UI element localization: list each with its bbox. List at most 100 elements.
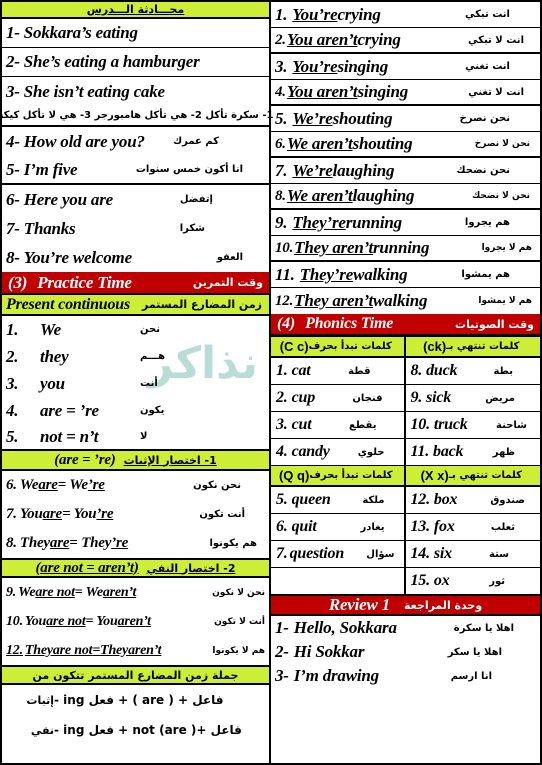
sentence-row: 12. They aren’t walking هم لا يمشوا <box>271 288 540 314</box>
affirmative-number: 8. <box>6 535 17 551</box>
sentence-row: 3. You’re singing انت تغني <box>271 54 540 80</box>
phonics-cell: 5. queen ملكة <box>271 487 406 513</box>
dialog-b-translation: انا أكون خمس سنوات <box>135 164 243 175</box>
negative-verb: are not <box>35 584 75 600</box>
sentence-ar: انت لا تبكي <box>468 34 524 46</box>
dialog-a-text: Sokkara’s eating <box>23 23 138 42</box>
dialog-a-number: 1- <box>6 23 20 42</box>
pronoun-row: 2. they هـــم <box>2 343 269 370</box>
phonics-cell: 2. cup فنجان <box>271 385 406 411</box>
dialog-b-row: 4- How old are you? كم عمرك <box>2 127 269 156</box>
sentence-subject: They aren’t <box>294 238 374 257</box>
affirmative-row: 8. They are = They ’re هم يكونوا <box>2 529 269 558</box>
negative-contraction: aren’t <box>128 642 162 658</box>
phonics-word: cut <box>291 416 312 433</box>
sentence-verb: laughing <box>332 160 395 180</box>
rule-affirmative-formula: (are = ’re) <box>54 451 116 468</box>
sentence-subject: They’re <box>292 212 346 232</box>
review-text: I’m drawing <box>293 666 379 685</box>
sentence-number: 1. <box>275 4 288 24</box>
affirmative-pre: We <box>19 477 39 493</box>
pronoun-number: 4. <box>6 400 19 420</box>
affirmative-ar: هم يكونوا <box>209 538 257 549</box>
phonics-row: 3. cut يقطع 10. truck شاحنة <box>271 412 540 439</box>
dialog-b-translation: كم عمرك <box>172 136 219 147</box>
affirmative-contraction: ’re <box>111 535 129 551</box>
sentence-ar: انت لا تغني <box>468 86 524 98</box>
review-title-ar: وحدة المراجعة <box>404 598 483 612</box>
sentence-subject: We’re <box>292 108 333 128</box>
pronoun-ar: أنت <box>140 378 158 389</box>
phonics-number: 7. <box>276 545 288 562</box>
formula-label: إثبات <box>26 693 54 707</box>
affirmative-row: 6. We are = We ’re نحن نكون <box>2 471 269 500</box>
phonics-word-ar: يغادر <box>360 521 385 533</box>
phonics-number: 8. <box>410 362 423 379</box>
phonics-row: 4. candy حلوي 11. back ظهر <box>271 439 540 465</box>
sentence-ar: انت تبكي <box>464 9 510 20</box>
affirmative-equals: = You <box>62 506 97 522</box>
sentence-ar: هم لا يمشوا <box>478 296 532 306</box>
phonics-cell: 10. truck شاحنة <box>406 412 541 438</box>
practice-time-title: Practice Time <box>37 272 132 292</box>
negative-row: 10. You are not = You aren’t أنت لا تكون <box>2 607 269 636</box>
phonics-time-title: Phonics Time <box>305 315 394 332</box>
sentence-number: 9. <box>275 212 288 232</box>
dialog-a-translation: 1- سكرة تأكل 2- هي تأكل هامبورجر 3- هي ل… <box>0 110 274 121</box>
pronoun-row: 4. are = ’re يكون <box>2 397 269 424</box>
review-row: 1- Hello, Sokkara اهلا يا سكرة <box>271 616 540 640</box>
phonics-cell: 15. ox ثور <box>406 568 541 594</box>
sentence-verb: crying <box>357 30 401 49</box>
sentence-subject: You’re <box>292 56 338 76</box>
pronoun-en: you <box>40 373 65 393</box>
phonics-word: duck <box>426 362 458 379</box>
phonics-header-cell-q: (Q q) كلمات تبدأ بحرف <box>271 466 406 485</box>
formula-label: نفي <box>30 723 54 737</box>
negative-equals: = We <box>74 584 103 600</box>
affirmative-verb: are <box>49 535 70 551</box>
negative-contraction: aren’t <box>117 613 151 629</box>
phonics-header-cell-x: (X x) كلمات تنتهي بـ <box>406 466 541 485</box>
formula-row: نفي فاعل +( are) not + فعل ing - <box>2 715 269 745</box>
sentence-verb: crying <box>337 4 381 24</box>
sentence-ar: انت تغني <box>465 61 510 72</box>
formula-body: فاعل + ( are ) + فعل ing - <box>54 693 224 707</box>
sentence-ar: هم لا يجروا <box>481 243 532 253</box>
phonics-word: cup <box>291 389 316 406</box>
phonics-number: 5. <box>276 491 288 508</box>
phonics-cell: 11. back ظهر <box>406 439 541 465</box>
present-continuous-banner: Present continuous زمن المضارع المستمر <box>2 295 269 316</box>
phonics-word-ar: سؤال <box>366 548 395 560</box>
phonics-word: fox <box>433 518 455 535</box>
negative-equals: =They <box>92 642 129 658</box>
negative-ar: هم لا يكونوا <box>212 645 265 656</box>
pronoun-number: 2. <box>6 346 19 366</box>
phonics-word-ar: حلوي <box>357 446 385 458</box>
phonics-cell: 1. cat قطة <box>271 358 406 384</box>
sentence-ar: نحن لا نصرخ <box>474 139 530 149</box>
phonics-number: 9. <box>410 389 423 406</box>
sentence-row: 6. We aren’t shouting نحن لا نصرخ <box>271 132 540 158</box>
negative-number: 10. <box>6 613 23 629</box>
negative-verb: are not <box>46 613 86 629</box>
phonics-word: cat <box>291 362 311 379</box>
phonics-header-row-1: (C c) كلمات تبدأ بحرف (ck) كلمات تنتهي ب… <box>271 336 540 358</box>
sentence-ar: نحن نصرخ <box>459 113 510 124</box>
phonics-cell: 6. quit يغادر <box>271 514 406 540</box>
sentence-subject: We’re <box>292 160 333 180</box>
right-column: 1. You’re crying انت تبكي 2. You aren’t … <box>269 0 542 765</box>
phonics-word-ar: ظهر <box>492 446 515 458</box>
sentence-number: 3. <box>275 56 288 76</box>
dialog-a-row: 2- She’s eating a hamburger <box>2 48 269 77</box>
phonics-word: ox <box>433 572 450 589</box>
dialog-c-translation: شكرا <box>179 223 205 234</box>
negative-pre: We <box>18 584 36 600</box>
pronoun-number: 1. <box>6 319 19 339</box>
pronoun-en: not = n’t <box>40 426 99 446</box>
phonics-word: truck <box>433 416 468 433</box>
review-text: Hello, Sokkara <box>293 618 397 637</box>
dialog-c-row: 8- You’re welcome العفو <box>2 243 269 272</box>
pronoun-ar: نحن <box>140 324 160 335</box>
sentence-ar: نحن لا نضحك <box>471 191 530 201</box>
phonics-cell: 13. fox ثعلب <box>406 514 541 540</box>
